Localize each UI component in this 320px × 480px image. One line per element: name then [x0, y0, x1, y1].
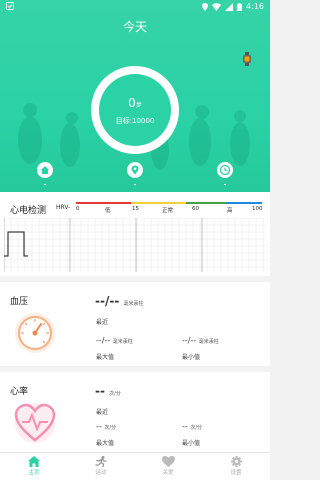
ecg-title: 心电检测 — [10, 206, 47, 216]
hr-min: -- 次/分 — [182, 422, 202, 431]
hrv-tick-15: 15 — [132, 206, 139, 212]
status-time: 4:16 — [246, 2, 264, 11]
heart-rate-recent: -- 次/分 — [95, 384, 121, 398]
location-status-icon — [202, 2, 209, 11]
wifi-icon — [212, 2, 222, 11]
heart-rate-icon — [14, 403, 56, 443]
blood-pressure-card[interactable]: 血压 --/-- 毫米汞柱 最近 --/-- 毫米汞柱 最大值 --/-- 毫米… — [0, 282, 270, 366]
nav-settings-label: 设置 — [230, 470, 242, 476]
hr-recent-value: -- — [95, 384, 105, 398]
hr-min-value: -- — [182, 422, 188, 431]
status-notification-icon — [6, 2, 14, 10]
heart-rate-card[interactable]: 心率 -- 次/分 最近 -- 次/分 最大值 -- 次/分 最小值 — [0, 372, 270, 452]
bp-recent-value: --/-- — [95, 294, 120, 308]
hrv-tick-60: 60 — [192, 206, 199, 212]
gear-icon — [230, 456, 242, 467]
nav-home-label: 主页 — [28, 470, 40, 476]
hrv-tick-high: 高 — [227, 208, 233, 214]
location-shortcut-caption — [134, 184, 136, 185]
hrv-segment-mid — [131, 202, 186, 204]
blood-pressure-title: 血压 — [10, 297, 29, 307]
hr-max-label: 最大值 — [96, 440, 115, 447]
hrv-tick-low: 低 — [105, 208, 111, 214]
nav-care-label: 关爱 — [162, 470, 174, 476]
hrv-segment-high — [226, 202, 262, 204]
hrv-tick-normal: 正常 — [162, 208, 174, 214]
signal-icon — [225, 2, 234, 11]
hr-min-label: 最小值 — [182, 440, 201, 447]
hr-min-unit: 次/分 — [190, 425, 203, 431]
hr-max-unit: 次/分 — [104, 425, 117, 431]
steps-count: 0步 — [99, 96, 171, 110]
heart-icon — [161, 456, 175, 467]
steps-ring-inner: 0步 目标:10000 — [99, 74, 171, 146]
blood-pressure-recent: --/-- 毫米汞柱 — [95, 294, 144, 308]
bp-max-value: --/-- — [96, 336, 111, 345]
hr-recent-unit: 次/分 — [109, 391, 121, 397]
ecg-waveform — [4, 231, 28, 257]
hr-recent-label: 最近 — [96, 409, 109, 416]
ecg-waveform-grid — [4, 218, 266, 272]
hrv-tick-0: 0 — [76, 206, 80, 212]
heart-rate-title: 心率 — [10, 387, 29, 397]
hrv-segment-low — [76, 202, 131, 204]
hrv-scale-ticks: 0 低 15 正常 60 高 100 — [76, 206, 263, 214]
running-icon — [95, 456, 107, 467]
blood-pressure-gauge-icon — [15, 313, 55, 353]
nav-care[interactable]: 关爱 — [148, 456, 188, 476]
hrv-segment-normal — [186, 202, 226, 204]
bp-max: --/-- 毫米汞柱 — [96, 336, 133, 345]
clock-icon — [219, 164, 231, 176]
home-icon — [41, 166, 49, 174]
home-shortcut-caption — [44, 184, 46, 185]
status-bar: 4:16 — [0, 0, 270, 14]
battery-icon — [237, 2, 243, 11]
bp-max-label: 最大值 — [96, 354, 115, 361]
clock-shortcut-caption — [224, 184, 226, 185]
bp-recent-label: 最近 — [96, 319, 109, 326]
location-icon — [131, 165, 139, 175]
home-shortcut-button[interactable] — [37, 162, 53, 178]
steps-unit: 步 — [135, 102, 142, 109]
watch-icon[interactable] — [242, 52, 252, 66]
bp-min-label: 最小值 — [182, 354, 201, 361]
hrv-label: HRV- — [56, 204, 71, 211]
bp-min-value: --/-- — [182, 336, 197, 345]
location-shortcut-button[interactable] — [127, 162, 143, 178]
bp-min: --/-- 毫米汞柱 — [182, 336, 219, 345]
hr-max-value: -- — [96, 422, 102, 431]
hrv-scale-bar — [76, 202, 262, 204]
nav-home[interactable]: 主页 — [14, 456, 54, 476]
steps-ring[interactable]: 0步 目标:10000 — [91, 66, 179, 154]
nav-sport-label: 运动 — [95, 470, 107, 476]
hero-header: 今天 0步 目标:10000 — [0, 0, 270, 192]
nav-sport[interactable]: 运动 — [81, 456, 121, 476]
steps-value: 0 — [128, 96, 136, 110]
bp-max-unit: 毫米汞柱 — [112, 339, 133, 345]
bottom-nav: 主页 运动 关爱 设置 — [0, 452, 270, 480]
ecg-card[interactable]: 心电检测 HRV- 0 低 15 正常 60 高 100 — [0, 192, 270, 276]
hrv-tick-100: 100 — [252, 206, 263, 212]
hr-max: -- 次/分 — [96, 422, 116, 431]
nav-settings[interactable]: 设置 — [216, 456, 256, 476]
page-title: 今天 — [122, 20, 147, 34]
bp-recent-unit: 毫米汞柱 — [123, 301, 144, 307]
steps-goal: 目标:10000 — [115, 117, 155, 125]
home-icon — [28, 456, 40, 467]
clock-shortcut-button[interactable] — [217, 162, 233, 178]
bp-min-unit: 毫米汞柱 — [198, 339, 219, 345]
